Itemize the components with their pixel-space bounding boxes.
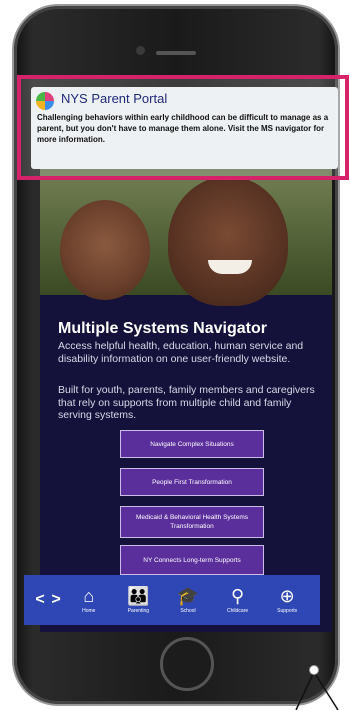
- callout-dot: [309, 665, 319, 675]
- callout-pointer: [295, 671, 339, 710]
